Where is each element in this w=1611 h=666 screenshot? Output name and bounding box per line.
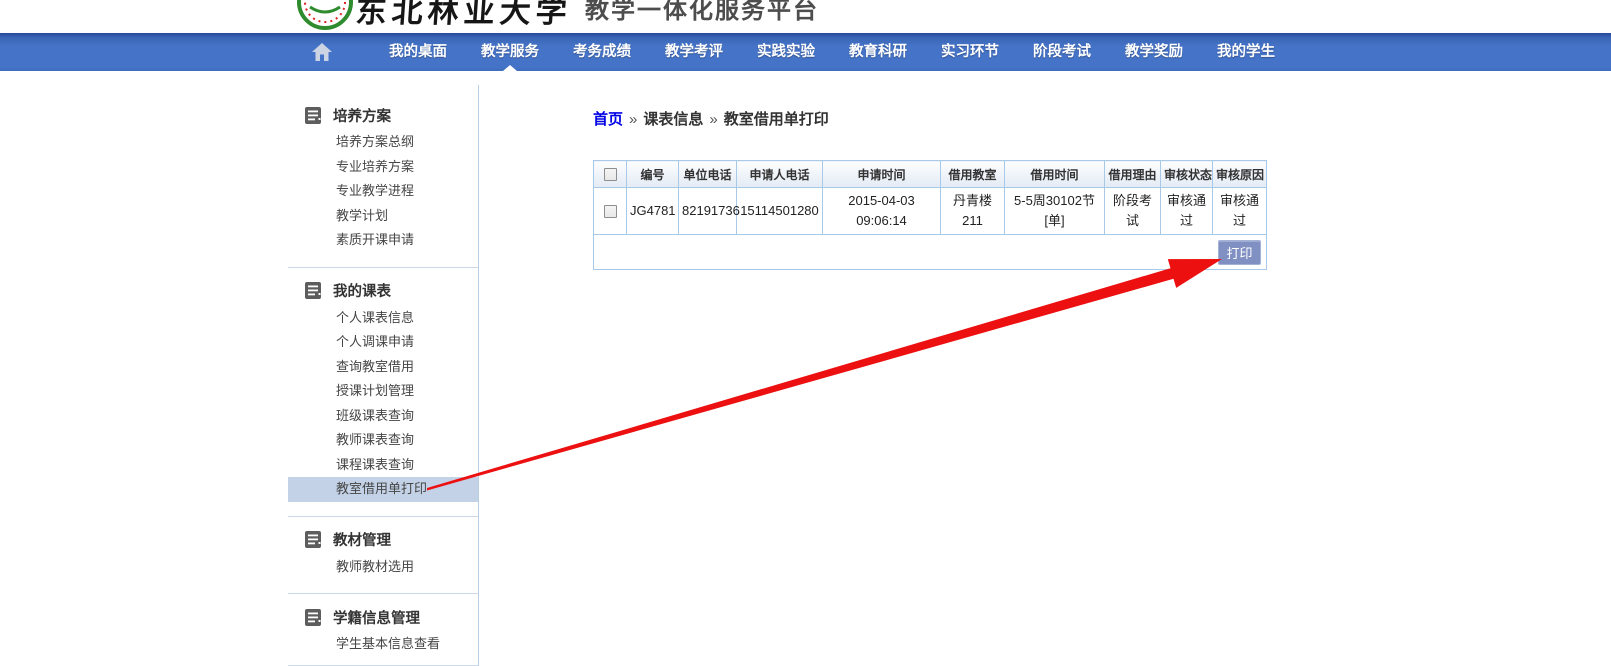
row-select-cell — [594, 188, 627, 235]
sidebar-group-title: 培养方案 — [333, 105, 391, 126]
col-header-borrow-time: 借用时间 — [1005, 161, 1105, 188]
sidebar-item-room-borrow-print[interactable]: 教室借用单打印 — [288, 477, 478, 502]
sidebar-divider — [288, 593, 478, 594]
sidebar: 培养方案 培养方案总纲 专业培养方案 专业教学进程 教学计划 素质开课申请 我的… — [288, 85, 479, 666]
breadcrumb-separator: » — [703, 111, 723, 128]
sidebar-divider — [288, 267, 478, 268]
sidebar-item-quality-course-apply[interactable]: 素质开课申请 — [288, 228, 478, 253]
university-name: 东北林业大学 — [354, 0, 573, 31]
borrow-records-table: 编号 单位电话 申请人电话 申请时间 借用教室 借用时间 借用理由 审核状态 审… — [593, 160, 1267, 270]
sidebar-item-personal-course-change[interactable]: 个人调课申请 — [288, 330, 478, 355]
nav-item-stage-exam[interactable]: 阶段考试 — [1016, 33, 1108, 71]
row-checkbox[interactable] — [604, 205, 617, 218]
page: 东北林业大学 教学一体化服务平台 我的桌面 教学服务 考务成绩 教学考评 实践实… — [0, 0, 1611, 666]
sidebar-item-student-basic-info[interactable]: 学生基本信息查看 — [288, 632, 478, 657]
sidebar-item-major-training-plan[interactable]: 专业培养方案 — [288, 155, 478, 180]
col-header-applicant-phone: 申请人电话 — [737, 161, 823, 188]
col-header-unit-phone: 单位电话 — [679, 161, 737, 188]
breadcrumb-home-link[interactable]: 首页 — [593, 111, 623, 128]
sidebar-item-personal-timetable[interactable]: 个人课表信息 — [288, 306, 478, 331]
sidebar-group-training-plan[interactable]: 培养方案 — [288, 100, 478, 130]
sidebar-item-teacher-timetable-query[interactable]: 教师课表查询 — [288, 428, 478, 453]
breadcrumb: 首页»课表信息»教室借用单打印 — [593, 108, 829, 129]
nav-item-teaching-award[interactable]: 教学奖励 — [1108, 33, 1200, 71]
nav-menu: 我的桌面 教学服务 考务成绩 教学考评 实践实验 教育科研 实习环节 阶段考试 … — [372, 33, 1292, 71]
cell-applicant-phone: 15114501280 — [737, 188, 823, 235]
table-row: JG4781 82191736 15114501280 2015-04-03 0… — [594, 188, 1267, 235]
nav-item-exam-scores[interactable]: 考务成绩 — [556, 33, 648, 71]
sidebar-group-title: 我的课表 — [333, 280, 391, 301]
sidebar-divider — [288, 516, 478, 517]
home-icon — [312, 43, 332, 61]
nav-item-practice-experiment[interactable]: 实践实验 — [740, 33, 832, 71]
notes-icon — [304, 281, 323, 300]
breadcrumb-current-page: 教室借用单打印 — [724, 111, 829, 128]
platform-name: 教学一体化服务平台 — [585, 0, 819, 25]
select-all-cell — [594, 161, 627, 188]
sidebar-item-teacher-textbook-select[interactable]: 教师教材选用 — [288, 555, 478, 580]
sidebar-item-class-timetable-query[interactable]: 班级课表查询 — [288, 404, 478, 429]
col-header-id: 编号 — [627, 161, 679, 188]
nav-item-education-research[interactable]: 教育科研 — [832, 33, 924, 71]
cell-id: JG4781 — [627, 188, 679, 235]
header-banner: 东北林业大学 教学一体化服务平台 — [0, 0, 1611, 33]
annotation-arrow — [0, 0, 1611, 666]
select-all-checkbox[interactable] — [604, 168, 617, 181]
notes-icon — [304, 106, 323, 125]
home-button[interactable] — [300, 33, 344, 71]
notes-icon — [304, 530, 323, 549]
sidebar-item-major-teaching-process[interactable]: 专业教学进程 — [288, 179, 478, 204]
cell-status: 审核通过 — [1161, 188, 1213, 235]
cell-borrow-time: 5-5周30102节 [单] — [1005, 188, 1105, 235]
table-footer-row: 打印 — [594, 235, 1267, 270]
sidebar-item-teaching-plan[interactable]: 教学计划 — [288, 204, 478, 229]
sidebar-group-my-timetable[interactable]: 我的课表 — [288, 276, 478, 306]
cell-apply-time: 2015-04-03 09:06:14 — [823, 188, 941, 235]
col-header-room: 借用教室 — [941, 161, 1005, 188]
cell-room: 丹青楼 211 — [941, 188, 1005, 235]
main-navbar: 我的桌面 教学服务 考务成绩 教学考评 实践实验 教育科研 实习环节 阶段考试 … — [0, 33, 1611, 71]
sidebar-group-title: 学籍信息管理 — [333, 607, 420, 628]
col-header-review-reason: 审核原因 — [1213, 161, 1267, 188]
col-header-apply-time: 申请时间 — [823, 161, 941, 188]
breadcrumb-timetable-info: 课表信息 — [643, 111, 703, 128]
nav-item-my-students[interactable]: 我的学生 — [1200, 33, 1292, 71]
col-header-status: 审核状态 — [1161, 161, 1213, 188]
cell-unit-phone: 82191736 — [679, 188, 737, 235]
sidebar-item-query-room-borrow[interactable]: 查询教室借用 — [288, 355, 478, 380]
nav-item-desktop[interactable]: 我的桌面 — [372, 33, 464, 71]
table-header-row: 编号 单位电话 申请人电话 申请时间 借用教室 借用时间 借用理由 审核状态 审… — [594, 161, 1267, 188]
print-button[interactable]: 打印 — [1218, 240, 1261, 265]
sidebar-divider — [288, 665, 478, 666]
cell-reason: 阶段考试 — [1105, 188, 1161, 235]
nav-item-internship[interactable]: 实习环节 — [924, 33, 1016, 71]
col-header-reason: 借用理由 — [1105, 161, 1161, 188]
sidebar-item-training-outline[interactable]: 培养方案总纲 — [288, 130, 478, 155]
nav-item-teaching-service[interactable]: 教学服务 — [464, 33, 556, 71]
cell-review-reason: 审核通过 — [1213, 188, 1267, 235]
sidebar-group-student-info-mgmt[interactable]: 学籍信息管理 — [288, 602, 478, 632]
breadcrumb-separator: » — [623, 111, 643, 128]
sidebar-group-title: 教材管理 — [333, 529, 391, 550]
nav-item-teaching-eval[interactable]: 教学考评 — [648, 33, 740, 71]
notes-icon — [304, 608, 323, 627]
sidebar-group-textbook-mgmt[interactable]: 教材管理 — [288, 525, 478, 555]
university-logo-icon — [296, 0, 354, 31]
sidebar-item-teaching-plan-mgmt[interactable]: 授课计划管理 — [288, 379, 478, 404]
sidebar-item-course-timetable-query[interactable]: 课程课表查询 — [288, 453, 478, 478]
table-footer-cell: 打印 — [594, 235, 1267, 270]
